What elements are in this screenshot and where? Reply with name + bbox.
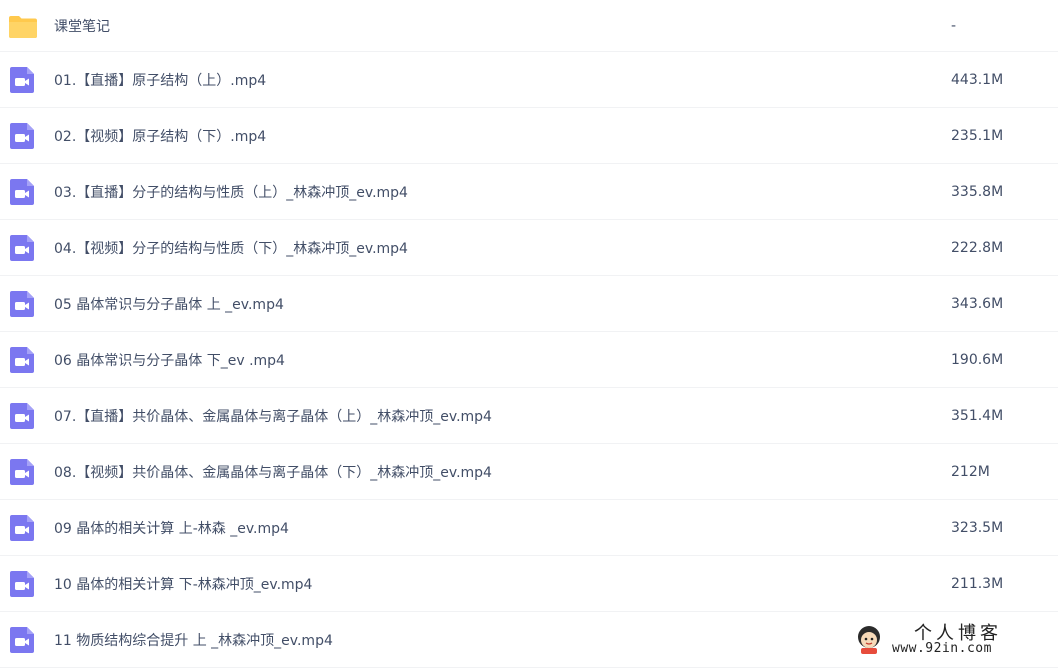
file-size: 343.6M [951,295,1004,312]
file-row[interactable]: 10 晶体的相关计算 下-林森冲顶_ev.mp4 211.3M [0,556,1058,612]
file-row[interactable]: 02.【视频】原子结构（下）.mp4 235.1M [0,108,1058,164]
video-file-icon [10,290,34,317]
file-name[interactable]: 03.【直播】分子的结构与性质（上）_林森冲顶_ev.mp4 [54,182,408,202]
file-row[interactable]: 04.【视频】分子的结构与性质（下）_林森冲顶_ev.mp4 222.8M [0,220,1058,276]
file-row[interactable]: 05 晶体常识与分子晶体 上 _ev.mp4 343.6M [0,276,1058,332]
file-size: 211.3M [951,575,1004,592]
file-name[interactable]: 10 晶体的相关计算 下-林森冲顶_ev.mp4 [54,574,312,594]
file-size: 443.1M [951,71,1004,88]
file-size: 235.1M [951,127,1004,144]
file-row[interactable]: 07.【直播】共价晶体、金属晶体与离子晶体（上）_林森冲顶_ev.mp4 351.… [0,388,1058,444]
file-name[interactable]: 课堂笔记 [54,16,110,36]
file-size: 335.8M [951,183,1004,200]
file-row[interactable]: 08.【视频】共价晶体、金属晶体与离子晶体（下）_林森冲顶_ev.mp4 212M [0,444,1058,500]
file-name[interactable]: 07.【直播】共价晶体、金属晶体与离子晶体（上）_林森冲顶_ev.mp4 [54,406,492,426]
video-file-icon [10,458,34,485]
video-file-icon [10,66,34,93]
file-name[interactable]: 11 物质结构综合提升 上 _林森冲顶_ev.mp4 [54,630,333,650]
video-file-icon [10,178,34,205]
video-file-icon [10,122,34,149]
file-name[interactable]: 08.【视频】共价晶体、金属晶体与离子晶体（下）_林森冲顶_ev.mp4 [54,462,492,482]
file-name[interactable]: 09 晶体的相关计算 上-林森 _ev.mp4 [54,518,289,538]
file-size: 351.4M [951,407,1004,424]
file-row[interactable]: 03.【直播】分子的结构与性质（上）_林森冲顶_ev.mp4 335.8M [0,164,1058,220]
file-row[interactable]: 01.【直播】原子结构（上）.mp4 443.1M [0,52,1058,108]
watermark-url: www.92in.com [892,641,992,656]
file-size: 222.8M [951,239,1004,256]
video-file-icon [10,234,34,261]
file-name[interactable]: 01.【直播】原子结构（上）.mp4 [54,70,266,90]
blog-logo-icon [858,626,880,654]
file-size: 190.6M [951,351,1004,368]
file-size: 212M [951,463,990,480]
video-file-icon [10,626,34,653]
video-file-icon [10,514,34,541]
folder-row[interactable]: 课堂笔记 - [0,0,1058,52]
video-file-icon [10,346,34,373]
video-file-icon [10,402,34,429]
file-name[interactable]: 02.【视频】原子结构（下）.mp4 [54,126,266,146]
file-name[interactable]: 05 晶体常识与分子晶体 上 _ev.mp4 [54,294,284,314]
file-name[interactable]: 06 晶体常识与分子晶体 下_ev .mp4 [54,350,285,370]
file-row[interactable]: 09 晶体的相关计算 上-林森 _ev.mp4 323.5M [0,500,1058,556]
file-size: 323.5M [951,519,1004,536]
video-file-icon [10,570,34,597]
file-row[interactable]: 06 晶体常识与分子晶体 下_ev .mp4 190.6M [0,332,1058,388]
file-list: 课堂笔记 - 01.【直播】原子结构（上）.mp4 443.1M 02.【视频】原子结构… [0,0,1058,668]
file-name[interactable]: 04.【视频】分子的结构与性质（下）_林森冲顶_ev.mp4 [54,238,408,258]
file-size: - [951,17,957,34]
folder-icon [9,15,37,38]
watermark: 个人博客 www.92in.com [852,619,1048,659]
